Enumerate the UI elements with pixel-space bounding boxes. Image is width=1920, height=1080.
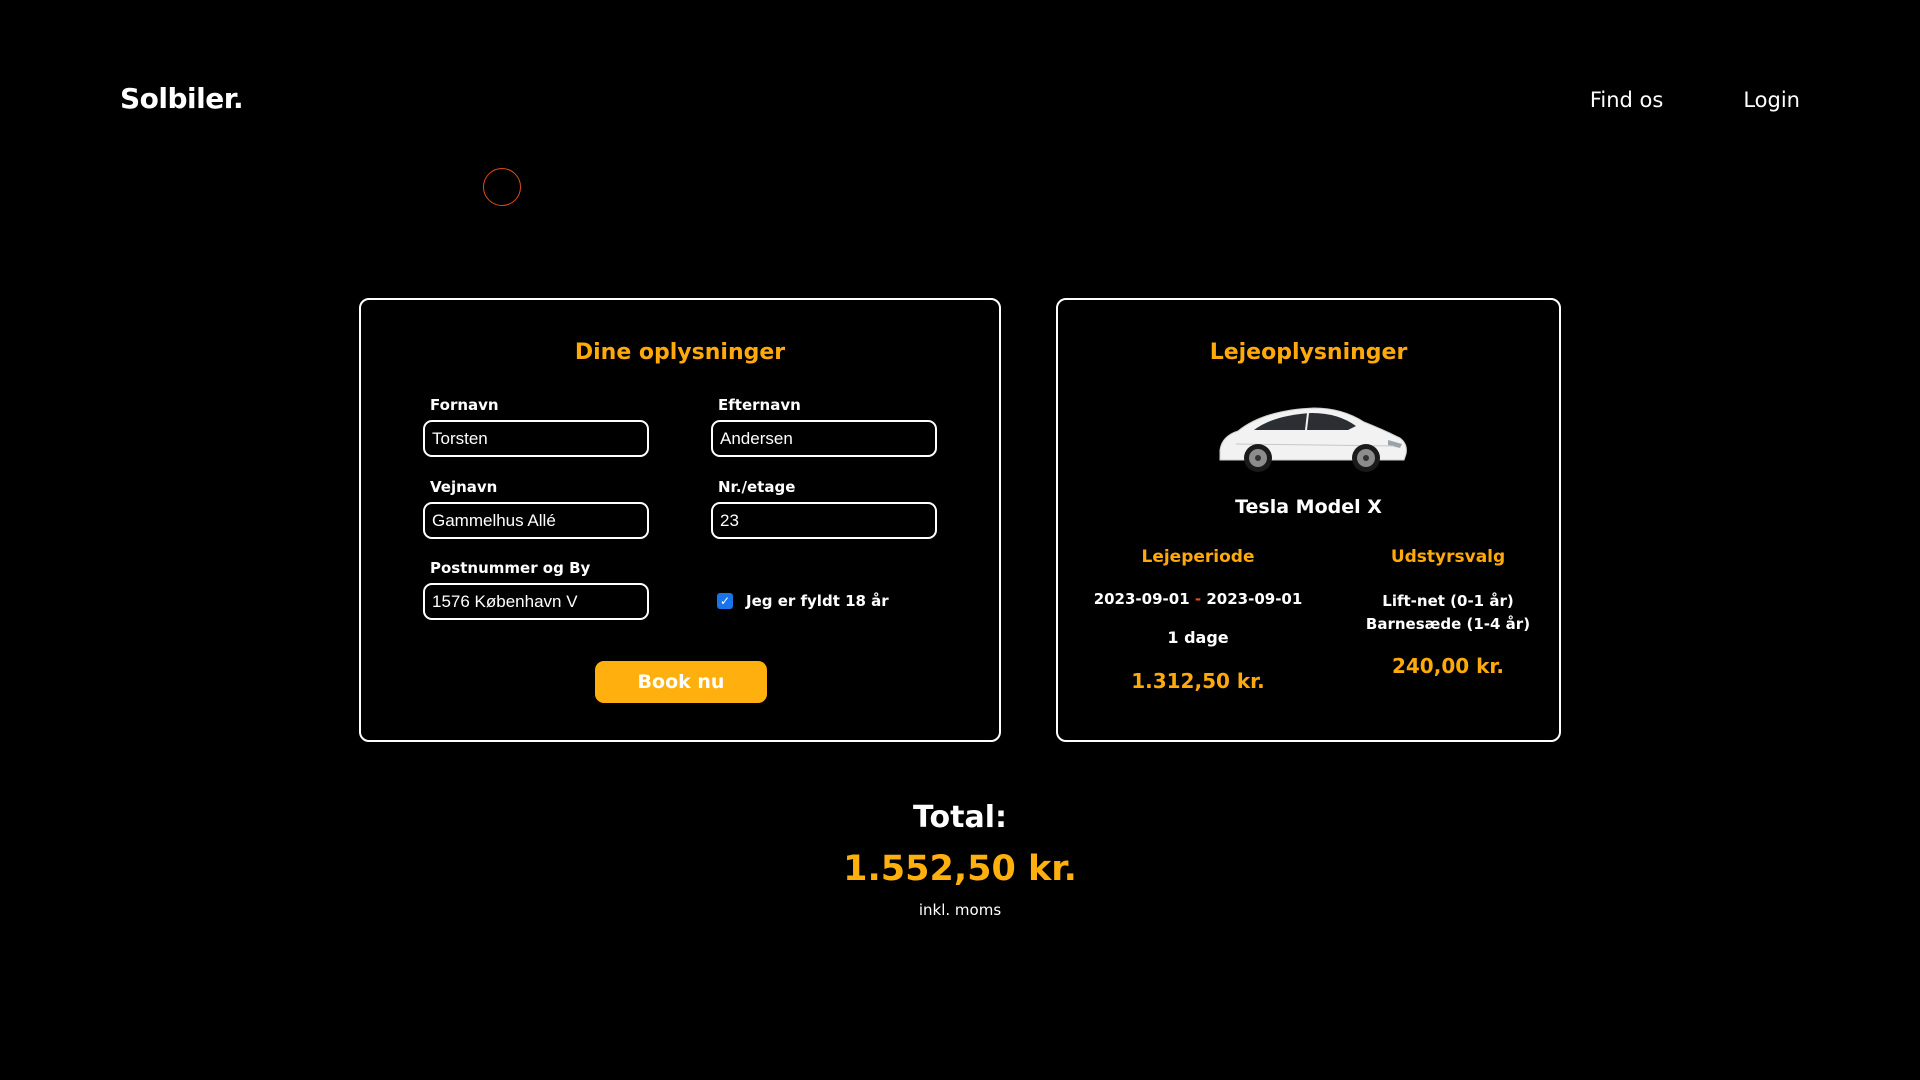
equipment-price: 240,00 kr.	[1391, 654, 1505, 678]
street-label: Vejnavn	[430, 478, 498, 496]
equipment-column: Udstyrsvalg Lift-net (0-1 år) Barnesæde …	[1338, 547, 1558, 678]
rental-dates: 2023-09-01 - 2023-09-01	[1088, 590, 1308, 608]
nav-login-link[interactable]: Login	[1743, 88, 1800, 112]
equipment-item: Lift-net (0-1 år)	[1382, 592, 1514, 610]
postal-city-label: Postnummer og By	[430, 559, 591, 577]
total-label: Total:	[913, 800, 1007, 835]
street-input[interactable]	[423, 502, 649, 539]
postal-city-input[interactable]	[423, 583, 649, 620]
age-checkbox[interactable]: ✓	[717, 593, 733, 609]
last-name-label: Efternavn	[718, 396, 801, 414]
rental-period-column: Lejeperiode 2023-09-01 - 2023-09-01 1 da…	[1088, 547, 1308, 693]
last-name-field: Efternavn	[711, 396, 937, 457]
book-now-button[interactable]: Book nu	[595, 661, 767, 703]
rental-days: 1 dage	[1167, 628, 1229, 647]
date-separator: -	[1194, 590, 1202, 608]
equipment-list: Lift-net (0-1 år) Barnesæde (1-4 år)	[1338, 590, 1558, 636]
rental-period-heading: Lejeperiode	[1141, 547, 1255, 567]
car-name: Tesla Model X	[1235, 496, 1382, 518]
total-summary: Total: 1.552,50 kr. inkl. moms	[0, 800, 1920, 919]
equipment-item: Barnesæde (1-4 år)	[1365, 615, 1531, 633]
equipment-heading: Udstyrsvalg	[1390, 547, 1506, 567]
customer-info-title: Dine oplysninger	[574, 340, 786, 365]
street-field: Vejnavn	[423, 478, 649, 539]
first-name-field: Fornavn	[423, 396, 649, 457]
house-number-field: Nr./etage	[711, 478, 937, 539]
last-name-input[interactable]	[711, 420, 937, 457]
nav-find-os-link[interactable]: Find os	[1590, 88, 1664, 112]
rental-info-title: Lejeoplysninger	[1209, 340, 1408, 365]
start-date: 2023-09-01	[1093, 590, 1190, 608]
rental-price: 1.312,50 kr.	[1131, 669, 1265, 693]
total-price: 1.552,50 kr.	[843, 849, 1077, 889]
age-confirmation: ✓ Jeg er fyldt 18 år	[717, 592, 889, 610]
car-image	[1219, 407, 1407, 472]
page: Solbiler. Find os Login Dine oplysninger…	[0, 0, 1920, 1080]
house-number-label: Nr./etage	[718, 478, 796, 496]
customer-info-card: Dine oplysninger Fornavn Efternavn Vejna…	[359, 298, 1001, 742]
top-nav: Find os Login	[1590, 88, 1800, 112]
first-name-input[interactable]	[423, 420, 649, 457]
age-checkbox-label: Jeg er fyldt 18 år	[746, 592, 889, 610]
postal-city-field: Postnummer og By	[423, 559, 649, 620]
rental-info-card: Lejeoplysninger Tesla Model X Lejeperiod…	[1056, 298, 1561, 742]
cursor-indicator	[483, 168, 521, 206]
total-vat-note: inkl. moms	[918, 901, 1002, 919]
logo[interactable]: Solbiler.	[120, 82, 244, 115]
end-date: 2023-09-01	[1206, 590, 1303, 608]
house-number-input[interactable]	[711, 502, 937, 539]
first-name-label: Fornavn	[430, 396, 499, 414]
